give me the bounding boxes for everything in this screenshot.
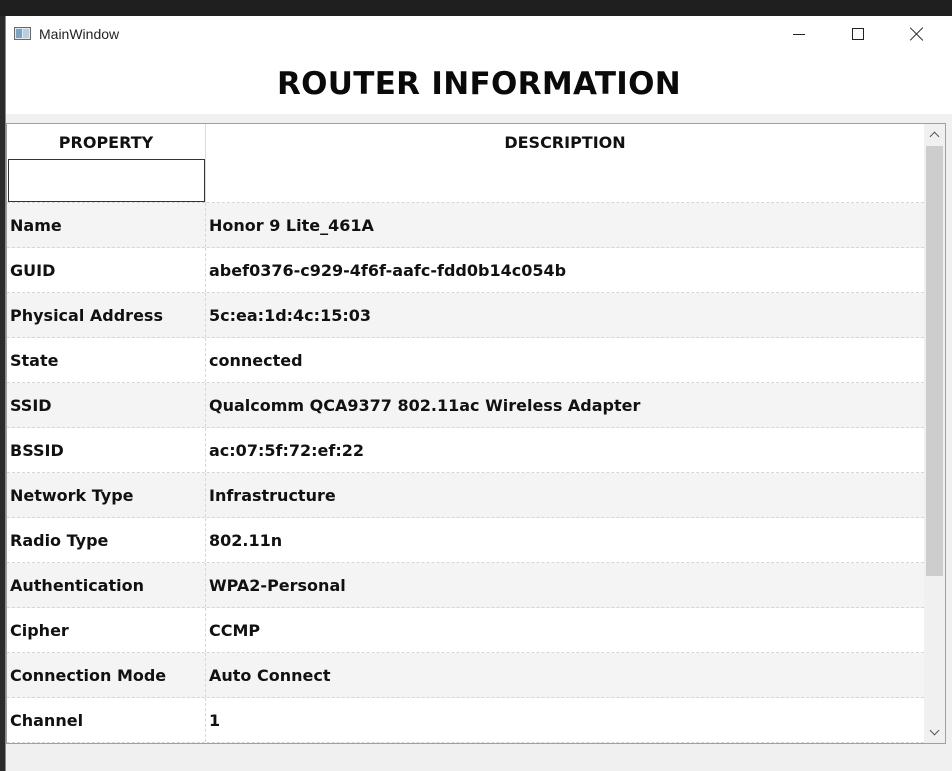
minimize-button[interactable] [776,16,822,52]
router-info-table: PROPERTY DESCRIPTION Name Honor 9 Lite_4… [6,123,946,744]
maximize-button[interactable] [835,16,881,52]
description-cell[interactable]: Auto Connect [206,653,924,697]
property-cell[interactable]: Physical Address [7,293,206,337]
scroll-up-button[interactable] [924,124,945,145]
property-filter-input[interactable] [8,159,205,202]
header-area: ROUTER INFORMATION [6,52,952,114]
property-cell[interactable]: GUID [7,248,206,292]
table-body: Name Honor 9 Lite_461A GUID abef0376-c92… [7,203,924,743]
page-heading: ROUTER INFORMATION [276,66,682,102]
window-app-icon [14,27,31,40]
table-row[interactable]: Authentication WPA2-Personal [7,563,924,608]
property-cell[interactable]: Radio Type [7,518,206,562]
close-icon [910,27,924,41]
description-cell[interactable]: Honor 9 Lite_461A [206,203,924,247]
description-cell[interactable]: connected [206,338,924,382]
description-cell[interactable]: 1 [206,698,924,742]
vertical-scrollbar[interactable] [924,124,945,743]
minimize-icon [793,33,805,35]
property-cell[interactable]: Cipher [7,608,206,652]
description-cell[interactable]: abef0376-c929-4f6f-aafc-fdd0b14c054b [206,248,924,292]
table-row[interactable]: SSID Qualcomm QCA9377 802.11ac Wireless … [7,383,924,428]
window-title: MainWindow [39,26,120,42]
table-row[interactable]: Connection Mode Auto Connect [7,653,924,698]
chevron-up-icon [929,131,940,142]
property-cell[interactable]: Name [7,203,206,247]
maximize-icon [852,28,864,40]
property-cell[interactable]: State [7,338,206,382]
description-cell[interactable]: CCMP [206,608,924,652]
property-cell[interactable]: Network Type [7,473,206,517]
description-cell[interactable]: 802.11n [206,518,924,562]
scroll-down-button[interactable] [924,722,945,743]
column-header-description[interactable]: DESCRIPTION [206,124,924,203]
table-row[interactable]: GUID abef0376-c929-4f6f-aafc-fdd0b14c054… [7,248,924,293]
table-row[interactable]: Physical Address 5c:ea:1d:4c:15:03 [7,293,924,338]
description-cell[interactable]: ac:07:5f:72:ef:22 [206,428,924,472]
property-cell[interactable]: BSSID [7,428,206,472]
property-cell[interactable]: Authentication [7,563,206,607]
table-row[interactable]: Network Type Infrastructure [7,473,924,518]
close-button[interactable] [894,16,940,52]
column-header-property-label: PROPERTY [58,133,154,152]
description-cell[interactable]: 5c:ea:1d:4c:15:03 [206,293,924,337]
status-bar [6,745,952,771]
description-cell[interactable]: Qualcomm QCA9377 802.11ac Wireless Adapt… [206,383,924,427]
column-header-description-label: DESCRIPTION [504,133,626,152]
property-cell[interactable]: SSID [7,383,206,427]
table-row[interactable]: State connected [7,338,924,383]
description-cell[interactable]: WPA2-Personal [206,563,924,607]
table-row[interactable]: BSSID ac:07:5f:72:ef:22 [7,428,924,473]
property-cell[interactable]: Channel [7,698,206,742]
table-row[interactable]: Channel 1 [7,698,924,743]
description-cell[interactable]: Infrastructure [206,473,924,517]
title-bar[interactable]: MainWindow [6,16,952,52]
table-row[interactable]: Name Honor 9 Lite_461A [7,203,924,248]
property-cell[interactable]: Connection Mode [7,653,206,697]
scrollbar-thumb[interactable] [926,146,943,576]
desktop-background [0,0,952,16]
table-header-row: PROPERTY DESCRIPTION [7,124,924,203]
column-header-property[interactable]: PROPERTY [7,124,206,203]
table-row[interactable]: Cipher CCMP [7,608,924,653]
main-window: MainWindow ROUTER INFORMATION PROPERTY D… [5,16,952,771]
table-row[interactable]: Radio Type 802.11n [7,518,924,563]
chevron-down-icon [929,725,940,736]
